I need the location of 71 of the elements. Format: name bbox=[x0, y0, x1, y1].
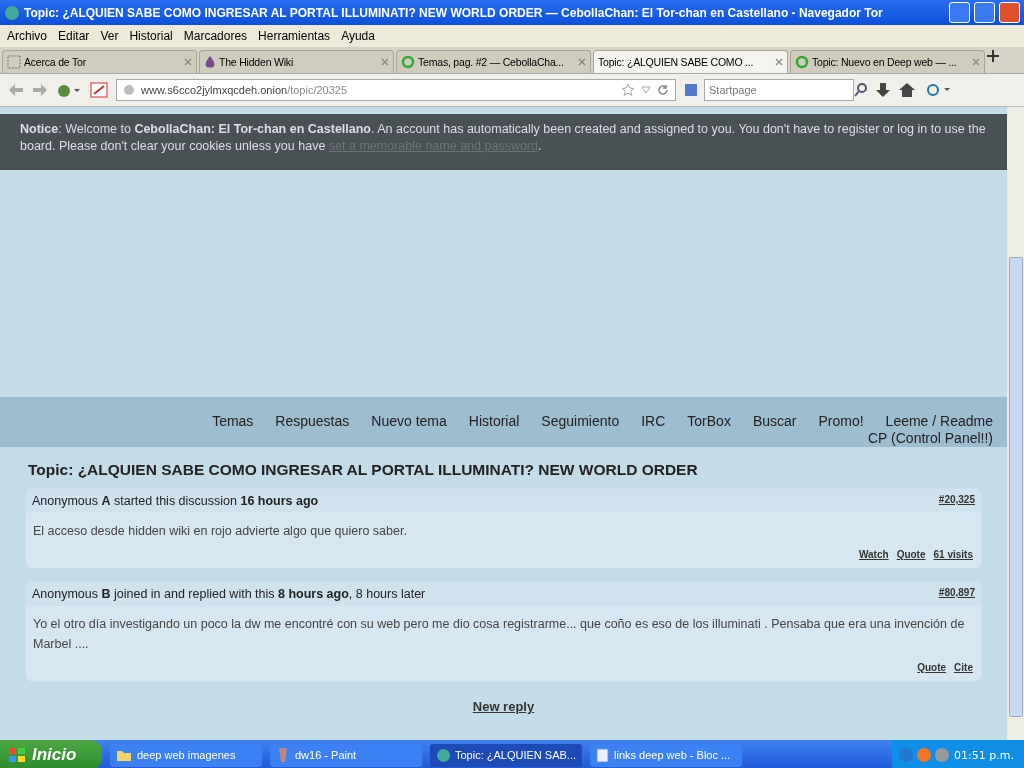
nav-link[interactable]: Seguimiento bbox=[541, 413, 620, 430]
taskbar-item[interactable]: deep web imagenes bbox=[110, 743, 262, 767]
loading-icon bbox=[401, 55, 415, 69]
nav-link[interactable]: IRC bbox=[641, 413, 666, 430]
nav-link[interactable]: TorBox bbox=[687, 413, 731, 430]
search-icon[interactable] bbox=[854, 83, 868, 97]
back-icon[interactable] bbox=[8, 83, 24, 97]
restore-button[interactable] bbox=[974, 2, 995, 23]
extension-icon[interactable] bbox=[924, 82, 952, 98]
browser-tab[interactable]: Acerca de Tor bbox=[2, 50, 197, 73]
post-action-link[interactable]: 61 visits bbox=[933, 549, 973, 560]
menu-item[interactable]: Ver bbox=[97, 29, 127, 43]
new-reply-link[interactable]: New reply bbox=[472, 699, 535, 714]
close-icon[interactable] bbox=[381, 58, 389, 66]
browser-tab[interactable]: The Hidden Wiki bbox=[199, 50, 394, 73]
download-icon[interactable] bbox=[876, 82, 890, 98]
post-action-link[interactable]: Watch bbox=[859, 549, 889, 560]
menu-item[interactable]: Herramientas bbox=[255, 29, 339, 43]
close-icon[interactable] bbox=[184, 58, 192, 66]
post-action-link[interactable]: Cite bbox=[954, 662, 973, 673]
scrollbar[interactable] bbox=[1007, 107, 1024, 740]
nav-link[interactable]: Buscar bbox=[752, 413, 797, 430]
nav-link[interactable]: Nuevo tema bbox=[371, 413, 447, 430]
close-icon[interactable] bbox=[578, 58, 586, 66]
taskbar-item[interactable]: dw16 - Paint bbox=[270, 743, 422, 767]
post-header: Anonymous A started this discussion 16 hours ago bbox=[32, 494, 319, 508]
taskbar-item[interactable]: Topic: ¿ALQUIEN SAB... bbox=[430, 743, 582, 767]
reload-icon[interactable] bbox=[657, 84, 669, 96]
nav-link[interactable]: Temas bbox=[212, 413, 254, 430]
dropdown-icon[interactable] bbox=[641, 86, 651, 94]
windows-logo-icon bbox=[8, 747, 26, 763]
nav-link[interactable]: Respuestas bbox=[275, 413, 350, 430]
post-action-link[interactable]: Quote bbox=[896, 549, 926, 560]
post-number-link[interactable]: #20,325 bbox=[938, 494, 975, 508]
topic-title: Topic: ¿ALQUIEN SABE COMO INGRESAR AL PORTAL ILLUMINATI? NEW WORLD ORDER bbox=[28, 461, 699, 479]
post-action-link[interactable]: Quote bbox=[917, 662, 947, 673]
nav-link[interactable]: Leeme / Readme bbox=[885, 413, 993, 430]
close-icon[interactable] bbox=[972, 58, 980, 66]
post-header: Anonymous B joined in and replied with this 8 hours ago, 8 hours later bbox=[32, 587, 426, 601]
star-icon[interactable] bbox=[621, 83, 635, 97]
menu-item[interactable]: Editar bbox=[55, 29, 98, 43]
folder-icon bbox=[116, 748, 132, 762]
url-field[interactable]: www.s6cco2jylmxqcdeh.onion/topic/20325 bbox=[116, 79, 676, 101]
close-button[interactable] bbox=[999, 2, 1020, 23]
menu-item[interactable]: Historial bbox=[126, 29, 181, 43]
browser-tab[interactable]: Topic: ¿ALQUIEN SABE COMO ... bbox=[593, 50, 788, 73]
window-title: Topic: ¿ALQUIEN SABE COMO INGRESAR AL PORTAL ILLUMINATI? NEW WORLD ORDER — CebollaChan: El Tor-chan en Castellano - Navegador Tor bbox=[24, 5, 884, 20]
menu-item[interactable]: Ayuda bbox=[338, 29, 383, 43]
browser-tab[interactable]: Topic: Nuevo en Deep web — ... bbox=[790, 50, 985, 73]
menu-item[interactable]: Marcadores bbox=[180, 29, 256, 43]
minimize-button[interactable] bbox=[949, 2, 970, 23]
nav-link[interactable]: Promo! bbox=[818, 413, 864, 430]
post-body: El acceso desde hidden wiki en rojo advierte algo que quiero saber. bbox=[32, 523, 408, 540]
post-body: Yo el otro día investigando un poco la dw me encontré con su web pero me dio cosa registrarme... que coño es eso de los illuminati . Pensaba que era una invención de Marbel .... bbox=[32, 616, 966, 653]
nav-link[interactable]: Historial bbox=[468, 413, 520, 430]
notepad-icon bbox=[596, 747, 609, 763]
paint-icon bbox=[276, 747, 290, 763]
close-icon[interactable] bbox=[775, 58, 783, 66]
start-button[interactable]: Inicio bbox=[0, 740, 102, 768]
script-icon[interactable] bbox=[90, 82, 108, 98]
menu-item[interactable]: Archivo bbox=[4, 29, 55, 43]
post-number-link[interactable]: #80,897 bbox=[938, 587, 975, 601]
clock: 01:51 p.m. bbox=[954, 748, 1014, 762]
search-field[interactable]: Startpage bbox=[704, 79, 854, 101]
blank-page-icon bbox=[7, 55, 21, 69]
nav-link[interactable]: CP (Control Panel!!) bbox=[868, 430, 993, 447]
loading-icon bbox=[795, 55, 809, 69]
forward-icon[interactable] bbox=[32, 83, 48, 97]
browser-tab[interactable]: Temas, pag. #2 — CebollaCha... bbox=[396, 50, 591, 73]
home-icon[interactable] bbox=[898, 82, 916, 98]
taskbar-item[interactable]: links deep web - Bloc ... bbox=[590, 743, 742, 767]
